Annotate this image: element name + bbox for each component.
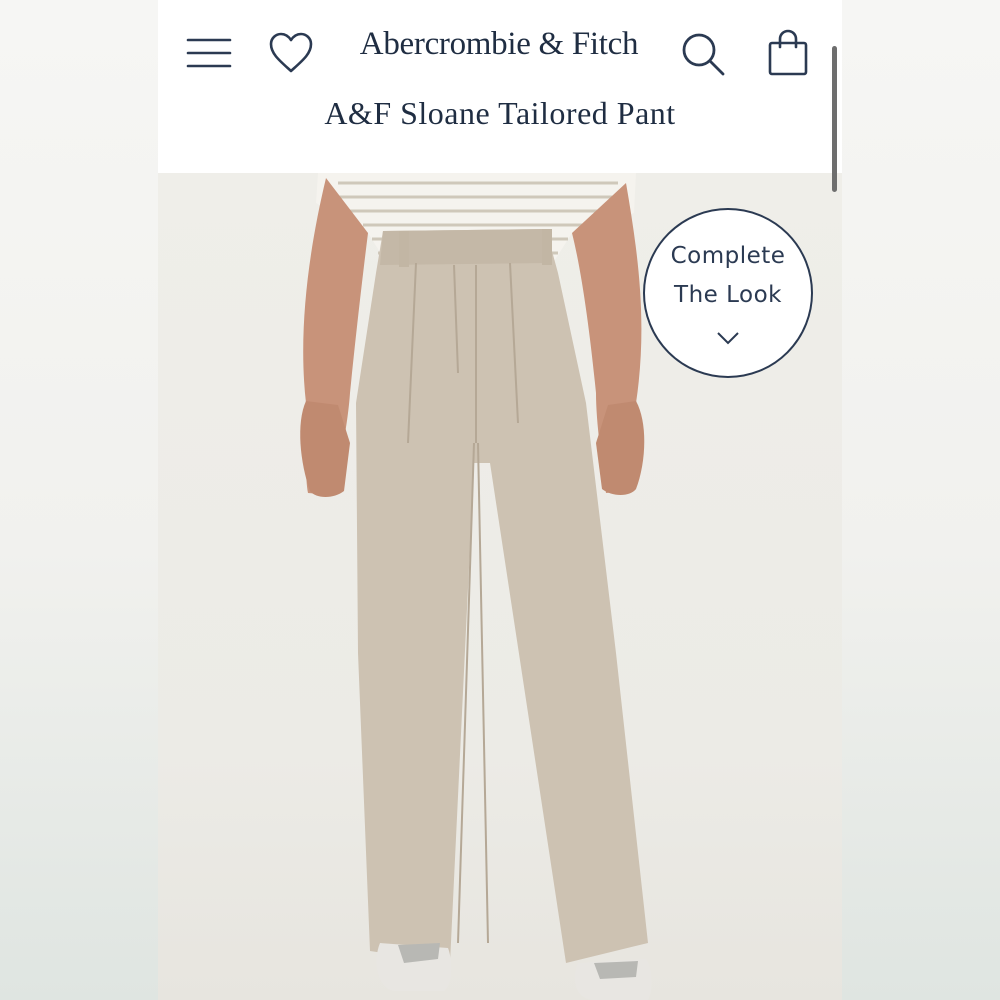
complete-the-look-button[interactable]: Complete The Look: [643, 208, 813, 378]
product-title: A&F Sloane Tailored Pant: [324, 95, 676, 131]
shopping-bag-icon[interactable]: [767, 29, 809, 77]
complete-the-look-label-line2: The Look: [674, 282, 782, 308]
search-icon[interactable]: [680, 31, 726, 77]
left-background-blur: [0, 0, 158, 1000]
complete-the-look-label-line1: Complete: [670, 243, 786, 269]
scrollbar[interactable]: [832, 46, 837, 192]
menu-icon[interactable]: [186, 34, 232, 72]
chevron-down-icon: [717, 332, 739, 345]
brand-logo[interactable]: Abercrombie & Fitch: [328, 26, 670, 63]
heart-icon[interactable]: [268, 31, 314, 75]
site-header: Abercrombie & Fitch A&F Sloane Tailored …: [158, 0, 842, 192]
phone-screen: Abercrombie & Fitch A&F Sloane Tailored …: [158, 0, 842, 1000]
right-background-blur: [842, 0, 1000, 1000]
